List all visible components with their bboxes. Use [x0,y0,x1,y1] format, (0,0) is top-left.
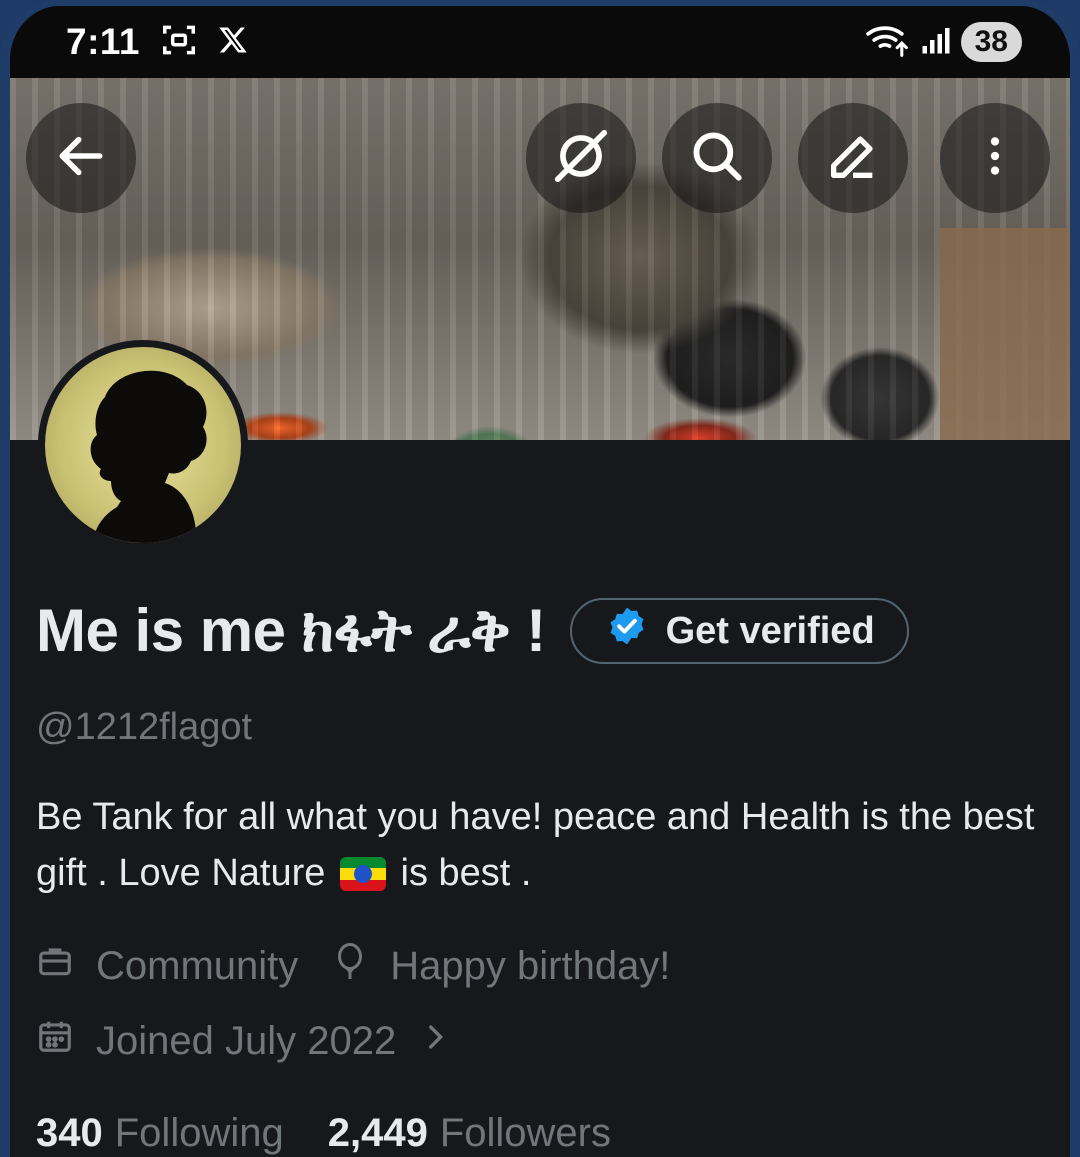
birthday-label: Happy birthday! [390,943,671,988]
more-options-button[interactable] [940,103,1050,213]
battery-indicator: 38 [960,22,1022,62]
following-count: 340 [36,1111,103,1155]
calendar-icon [36,1017,74,1065]
followers-label: Followers [439,1111,611,1155]
back-arrow-icon [53,128,109,189]
following-link[interactable]: 340 Following [36,1111,284,1156]
status-left: 7:11 [66,21,248,64]
grok-button[interactable] [526,103,636,213]
status-bar: 7:11 38 [10,6,1070,78]
balloon-icon [332,941,368,991]
followers-count: 2,449 [327,1111,428,1155]
bio: Be Tank for all what you have! peace and… [36,789,1036,901]
meta-row-1: Community Happy birthday! [36,941,1040,991]
x-logo-icon [218,25,248,60]
search-button[interactable] [662,103,772,213]
get-verified-button[interactable]: Get verified [569,598,909,664]
profile-info: Me is me ክፋት ራቅ ! Get verified @1212flag… [36,596,1040,1156]
joined-item[interactable]: Joined July 2022 [36,1017,452,1065]
followers-link[interactable]: 2,449 Followers [328,1111,611,1156]
bio-text-part2: is best . [400,852,532,894]
category-label: Community [96,943,299,988]
screenshot-icon [160,21,198,64]
display-name: Me is me ክፋት ራቅ ! [36,597,546,664]
name-row: Me is me ክፋት ራቅ ! Get verified [36,596,1040,666]
wifi-icon [865,23,911,62]
chevron-right-icon [418,1019,452,1064]
status-right: 38 [865,22,1022,62]
signal-icon [921,25,951,60]
phone-screen: 7:11 38 Me is me ክፋት ራቅ ! Get verified @… [0,0,1080,1157]
back-button[interactable] [26,103,136,213]
following-label: Following [114,1111,284,1155]
bio-text-part1: Be Tank for all what you have! peace and… [36,796,1035,894]
birthday-item: Happy birthday! [332,941,670,991]
status-time: 7:11 [66,21,141,62]
silhouette-image [90,370,207,543]
search-icon [688,127,746,190]
verified-badge-icon [606,605,648,657]
grok-icon [550,125,612,192]
get-verified-label: Get verified [665,609,875,652]
category-item: Community [36,942,298,990]
joined-label: Joined July 2022 [96,1018,397,1063]
avatar[interactable] [38,340,248,550]
briefcase-icon [36,942,74,990]
edit-icon [824,127,882,190]
more-vertical-icon [970,131,1020,186]
follow-stats: 340 Following 2,449 Followers [36,1111,1040,1156]
username-handle: @1212flagot [36,706,253,748]
edit-button[interactable] [798,103,908,213]
meta-row-2[interactable]: Joined July 2022 [36,1017,1040,1065]
ethiopia-flag-emoji [339,857,386,891]
